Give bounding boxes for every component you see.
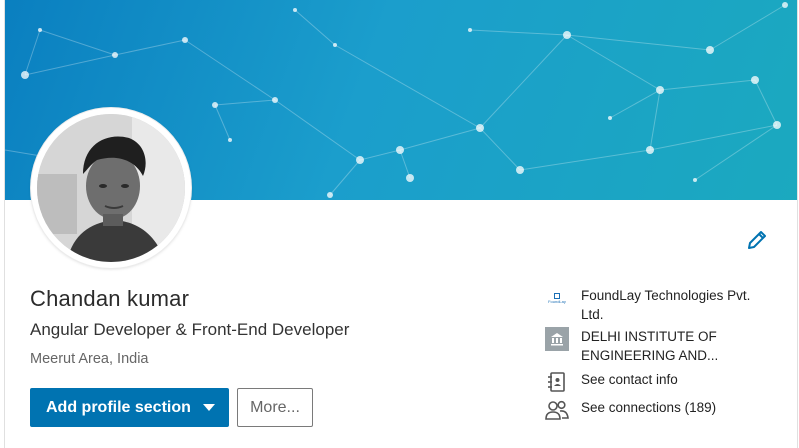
profile-headline: Angular Developer & Front-End Developer bbox=[30, 320, 350, 339]
add-profile-section-label: Add profile section bbox=[46, 398, 191, 416]
profile-photo bbox=[37, 114, 185, 262]
profile-card: Chandan kumar Angular Developer & Front-… bbox=[4, 0, 798, 448]
company-name: FoundLay Technologies Pvt. Ltd. bbox=[581, 288, 751, 322]
profile-name: Chandan kumar bbox=[30, 286, 190, 311]
sidebar-item-school[interactable]: DELHI INSTITUTE OF ENGINEERING AND... bbox=[545, 327, 761, 365]
sidebar-item-company[interactable]: FoundLay FoundLay Technologies Pvt. Ltd. bbox=[545, 286, 761, 324]
school-name: DELHI INSTITUTE OF ENGINEERING AND... bbox=[581, 329, 719, 363]
contact-info-link: See contact info bbox=[581, 372, 678, 387]
caret-down-icon[interactable] bbox=[203, 404, 215, 411]
pencil-icon[interactable] bbox=[745, 228, 769, 252]
contact-book-icon bbox=[545, 370, 569, 394]
people-icon bbox=[545, 398, 569, 422]
avatar[interactable] bbox=[31, 108, 191, 268]
connections-link: See connections (189) bbox=[581, 400, 717, 415]
profile-location: Meerut Area, India bbox=[30, 351, 149, 367]
sidebar-item-connections[interactable]: See connections (189) bbox=[545, 398, 761, 422]
company-logo-icon: FoundLay bbox=[545, 286, 569, 310]
sidebar-item-contact[interactable]: See contact info bbox=[545, 370, 761, 394]
school-icon bbox=[545, 327, 569, 351]
more-button[interactable]: More... bbox=[237, 388, 313, 427]
add-profile-section-button[interactable]: Add profile section bbox=[30, 388, 229, 427]
